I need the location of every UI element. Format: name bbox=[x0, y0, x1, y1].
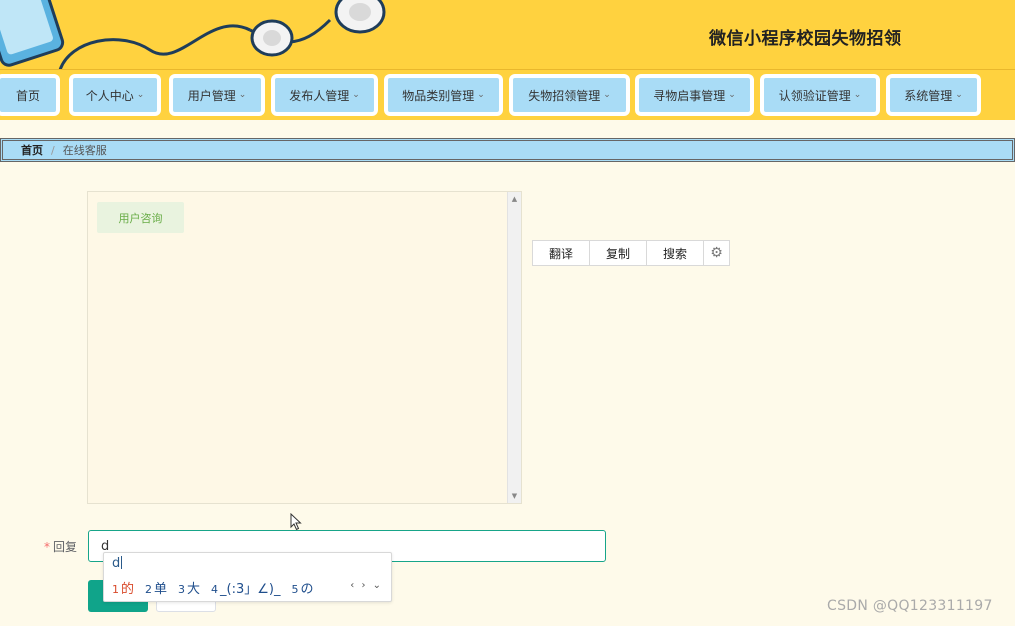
breadcrumb: 首页 / 在线客服 bbox=[0, 138, 1015, 162]
watermark: CSDN @QQ123311197 bbox=[827, 598, 993, 614]
nav-item-home[interactable]: 首页 bbox=[0, 74, 60, 116]
ime-candidate[interactable]: 3大 bbox=[178, 578, 200, 597]
breadcrumb-current: 在线客服 bbox=[62, 144, 107, 157]
nav-item-system-management[interactable]: 系统管理 ⌄ bbox=[886, 74, 981, 116]
chevron-down-icon: ⌄ bbox=[955, 90, 963, 100]
ime-composition-text: d bbox=[112, 556, 121, 571]
ime-candidate[interactable]: 4 _(:3」∠)_ bbox=[211, 578, 280, 597]
ime-candidate-list: 1的 2单 3大 4 _(:3」∠)_ 5の bbox=[112, 578, 325, 597]
ime-page-arrows-icon[interactable]: ‹ › ⌄ bbox=[350, 580, 383, 591]
translate-button[interactable]: 翻译 bbox=[533, 241, 590, 265]
scroll-up-arrow-icon[interactable]: ▲ bbox=[508, 192, 521, 206]
gear-icon[interactable]: ⚙ bbox=[704, 241, 729, 265]
breadcrumb-separator: / bbox=[51, 143, 55, 157]
chat-scrollbar[interactable]: ▲ ▼ bbox=[507, 192, 521, 503]
nav-item-label: 寻物启事管理 bbox=[653, 88, 726, 103]
ime-composition: d bbox=[112, 556, 123, 571]
nav-item-label: 首页 bbox=[15, 88, 40, 103]
text-selection-toolbar: 翻译 复制 搜索 ⚙ bbox=[532, 240, 730, 266]
nav-item-label: 失物招领管理 bbox=[528, 88, 601, 103]
mouse-pointer-icon bbox=[290, 513, 302, 531]
ime-candidate-popup: d 1的 2单 3大 4 _(:3」∠)_ 5の ‹ › ⌄ bbox=[103, 552, 392, 602]
chevron-down-icon: ⌄ bbox=[728, 90, 736, 100]
nav-item-lost-notice-management[interactable]: 寻物启事管理 ⌄ bbox=[635, 74, 754, 116]
nav-item-label: 发布人管理 bbox=[289, 88, 350, 103]
reply-label-text: 回复 bbox=[53, 540, 78, 554]
ime-candidate[interactable]: 1的 bbox=[112, 578, 134, 597]
copy-button[interactable]: 复制 bbox=[590, 241, 647, 265]
required-mark: * bbox=[44, 540, 50, 554]
chevron-down-icon: ⌄ bbox=[853, 90, 862, 100]
nav-item-label: 个人中心 bbox=[85, 88, 134, 103]
nav-item-label: 物品类别管理 bbox=[402, 88, 475, 103]
nav-item-label: 系统管理 bbox=[904, 88, 953, 103]
headphones-illustration bbox=[0, 0, 386, 69]
chevron-down-icon: ⌄ bbox=[477, 90, 485, 100]
main-nav: 首页 个人中心 ⌄ 用户管理 ⌄ 发布人管理 ⌄ 物品类别管理 ⌄ 失物招领管理 ⌄ 寻物… bbox=[0, 70, 1015, 120]
ime-candidate[interactable]: 2单 bbox=[145, 578, 167, 597]
nav-item-category-management[interactable]: 物品类别管理 ⌄ bbox=[384, 74, 503, 116]
nav-item-personal-center[interactable]: 个人中心 ⌄ bbox=[69, 74, 161, 116]
chevron-down-icon: ⌄ bbox=[352, 90, 360, 100]
nav-item-lost-found-management[interactable]: 失物招领管理 ⌄ bbox=[509, 74, 630, 116]
reply-label: * 回复 bbox=[44, 538, 77, 555]
header: 微信小程序校园失物招领 bbox=[0, 0, 1015, 70]
chevron-down-icon: ⌄ bbox=[238, 90, 247, 100]
nav-item-publisher-management[interactable]: 发布人管理 ⌄ bbox=[271, 74, 378, 116]
text-cursor bbox=[121, 556, 123, 569]
nav-item-user-management[interactable]: 用户管理 ⌄ bbox=[169, 74, 265, 116]
scroll-down-arrow-icon[interactable]: ▼ bbox=[508, 489, 521, 503]
breadcrumb-home[interactable]: 首页 bbox=[21, 142, 43, 158]
nav-item-label: 用户管理 bbox=[187, 88, 236, 103]
site-title: 微信小程序校园失物招领 bbox=[709, 29, 902, 49]
search-button[interactable]: 搜索 bbox=[647, 241, 704, 265]
chat-history[interactable]: 用户咨询 ▲ ▼ bbox=[87, 191, 522, 504]
nav-item-label: 认领验证管理 bbox=[778, 88, 851, 103]
chevron-down-icon: ⌄ bbox=[136, 90, 145, 100]
chevron-down-icon: ⌄ bbox=[603, 90, 611, 100]
ime-candidate[interactable]: 5の bbox=[292, 578, 314, 597]
nav-item-claim-verify-management[interactable]: 认领验证管理 ⌄ bbox=[760, 74, 880, 116]
chat-message: 用户咨询 bbox=[97, 202, 184, 233]
